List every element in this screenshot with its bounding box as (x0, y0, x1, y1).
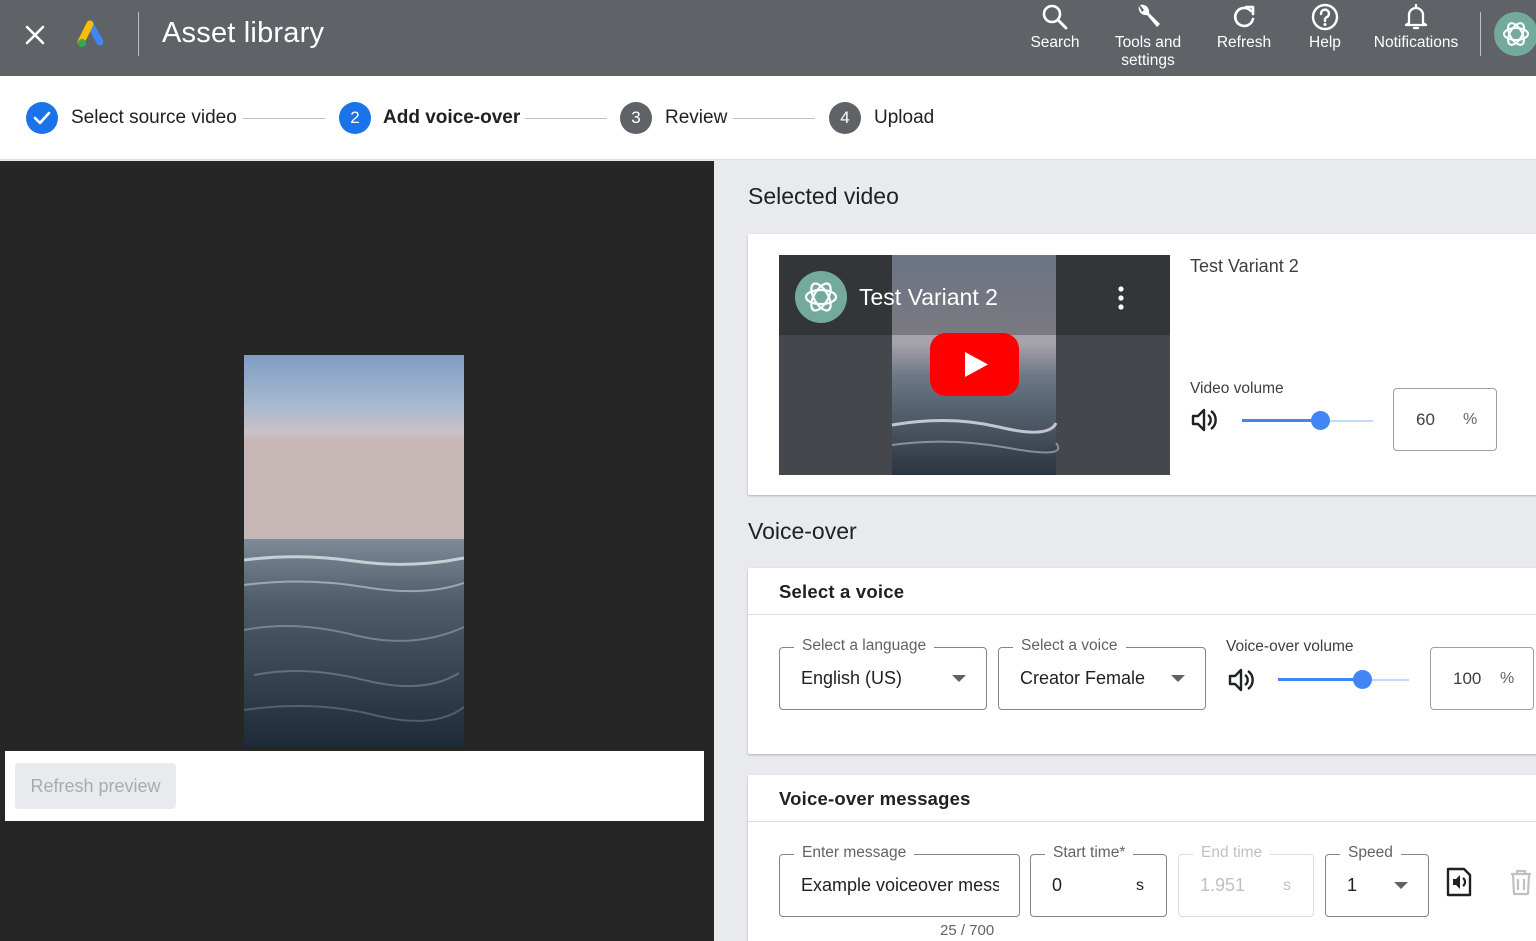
step-3-label[interactable]: Review (665, 107, 727, 129)
refresh-label: Refresh (1216, 34, 1272, 51)
search-icon (1042, 4, 1068, 30)
start-time-input[interactable]: Start time* 0 s (1030, 844, 1167, 917)
language-select-value: English (US) (801, 668, 903, 688)
step-connector (525, 118, 607, 119)
character-counter: 25 / 700 (940, 922, 995, 939)
step-2-label[interactable]: Add voice-over (383, 107, 520, 129)
account-avatar[interactable] (1494, 12, 1536, 56)
bell-icon (1404, 3, 1428, 30)
notifications-button[interactable]: Notifications (1364, 2, 1468, 52)
voice-over-messages-card-header: Voice-over messages (748, 775, 1536, 822)
step-2-number: 2 (339, 102, 371, 134)
select-voice-card-header: Select a voice (748, 568, 1536, 615)
dropdown-arrow-icon (952, 675, 966, 682)
voice-over-volume-unit: % (1500, 670, 1515, 687)
voice-over-volume-slider-fill (1278, 678, 1362, 681)
video-name: Test Variant 2 (1190, 256, 1299, 276)
header-divider (138, 12, 139, 56)
voice-over-volume-input[interactable]: 100 % (1430, 647, 1534, 710)
wrench-icon (1138, 4, 1160, 28)
more-vert-icon[interactable] (1113, 285, 1129, 316)
speed-select-label: Speed (1340, 844, 1401, 862)
tools-label: Tools and settings (1114, 34, 1182, 69)
progress-stepper: Select source video 2 Add voice-over 3 R… (0, 76, 1536, 160)
refresh-preview-button[interactable]: Refresh preview (15, 763, 176, 809)
video-volume-slider-thumb[interactable] (1311, 411, 1331, 430)
step-complete-check-icon (26, 102, 58, 134)
help-button[interactable]: Help (1298, 2, 1352, 52)
step-connector (243, 118, 325, 119)
top-app-bar: Asset library Search Tools and settings … (0, 0, 1536, 76)
voice-over-messages-title: Voice-over messages (779, 788, 971, 809)
close-icon[interactable] (18, 18, 52, 52)
refresh-icon (1233, 5, 1255, 28)
voice-over-volume-value: 100 (1453, 669, 1482, 688)
player-title: Test Variant 2 (859, 284, 998, 310)
language-select-label: Select a language (794, 637, 935, 655)
speed-select[interactable]: Speed 1 (1325, 844, 1429, 917)
volume-icon[interactable] (1190, 406, 1220, 439)
help-label: Help (1309, 34, 1341, 51)
step-connector (733, 118, 815, 119)
step-4-number: 4 (829, 102, 861, 134)
volume-icon[interactable] (1227, 666, 1257, 699)
language-select[interactable]: Select a language English (US) (779, 637, 987, 710)
delete-icon[interactable] (1508, 868, 1534, 901)
end-time-value: 1.951 (1200, 875, 1246, 895)
message-input-value: Example voiceover message (801, 875, 999, 895)
dropdown-arrow-icon (1394, 882, 1408, 889)
search-label: Search (1030, 34, 1080, 51)
play-voiceover-icon[interactable] (1444, 866, 1476, 903)
voice-over-heading: Voice-over (748, 518, 857, 544)
end-time-input: End time 1.951 s (1178, 844, 1314, 917)
voice-select-label: Select a voice (1013, 637, 1126, 655)
help-icon (1311, 3, 1339, 31)
selected-video-heading: Selected video (748, 183, 899, 209)
voice-over-volume-slider-thumb[interactable] (1352, 670, 1372, 689)
step-3-number: 3 (620, 102, 652, 134)
message-input[interactable]: Enter message Example voiceover message (779, 844, 1020, 917)
preview-panel: Refresh preview (0, 161, 714, 941)
preview-toolbar: Refresh preview (5, 751, 704, 821)
step-4-label[interactable]: Upload (874, 107, 934, 129)
app-title: Asset library (162, 17, 325, 49)
header-divider (1480, 12, 1481, 56)
settings-panel: Selected video Test Variant 2 Test Varia… (714, 161, 1536, 941)
select-voice-card: Select a voice Select a language English… (748, 568, 1536, 754)
step-1-label[interactable]: Select source video (71, 107, 237, 129)
speed-select-value: 1 (1347, 875, 1358, 895)
video-volume-value: 60 (1416, 410, 1435, 429)
preview-video[interactable] (244, 355, 464, 747)
select-voice-title: Select a voice (779, 581, 905, 602)
video-volume-unit: % (1463, 411, 1478, 428)
voice-over-messages-card: Voice-over messages Enter message Exampl… (748, 775, 1536, 941)
tools-and-settings-button[interactable]: Tools and settings (1104, 2, 1192, 70)
selected-video-card: Test Variant 2 Test Variant 2 Video volu… (748, 234, 1536, 495)
video-volume-slider-fill (1242, 419, 1321, 422)
voice-select-value: Creator Female (1020, 668, 1146, 688)
openai-logo-icon (1503, 22, 1529, 46)
search-button[interactable]: Search (1022, 2, 1088, 52)
notifications-label: Notifications (1373, 34, 1459, 51)
start-time-unit: s (1136, 877, 1144, 894)
voice-over-volume-label: Voice-over volume (1226, 638, 1354, 655)
message-input-label: Enter message (794, 844, 915, 862)
channel-avatar[interactable] (795, 271, 847, 323)
start-time-label: Start time* (1045, 844, 1134, 862)
video-volume-label: Video volume (1190, 380, 1284, 397)
start-time-value: 0 (1052, 875, 1063, 895)
end-time-unit: s (1283, 877, 1291, 894)
video-volume-input[interactable]: 60 % (1393, 388, 1497, 451)
voice-select[interactable]: Select a voice Creator Female (998, 637, 1206, 710)
refresh-button[interactable]: Refresh (1210, 2, 1278, 52)
google-ads-logo-icon (76, 18, 110, 52)
youtube-player[interactable]: Test Variant 2 (779, 255, 1170, 475)
end-time-label: End time (1193, 844, 1271, 862)
youtube-play-icon[interactable] (930, 333, 1019, 396)
dropdown-arrow-icon (1171, 675, 1185, 682)
